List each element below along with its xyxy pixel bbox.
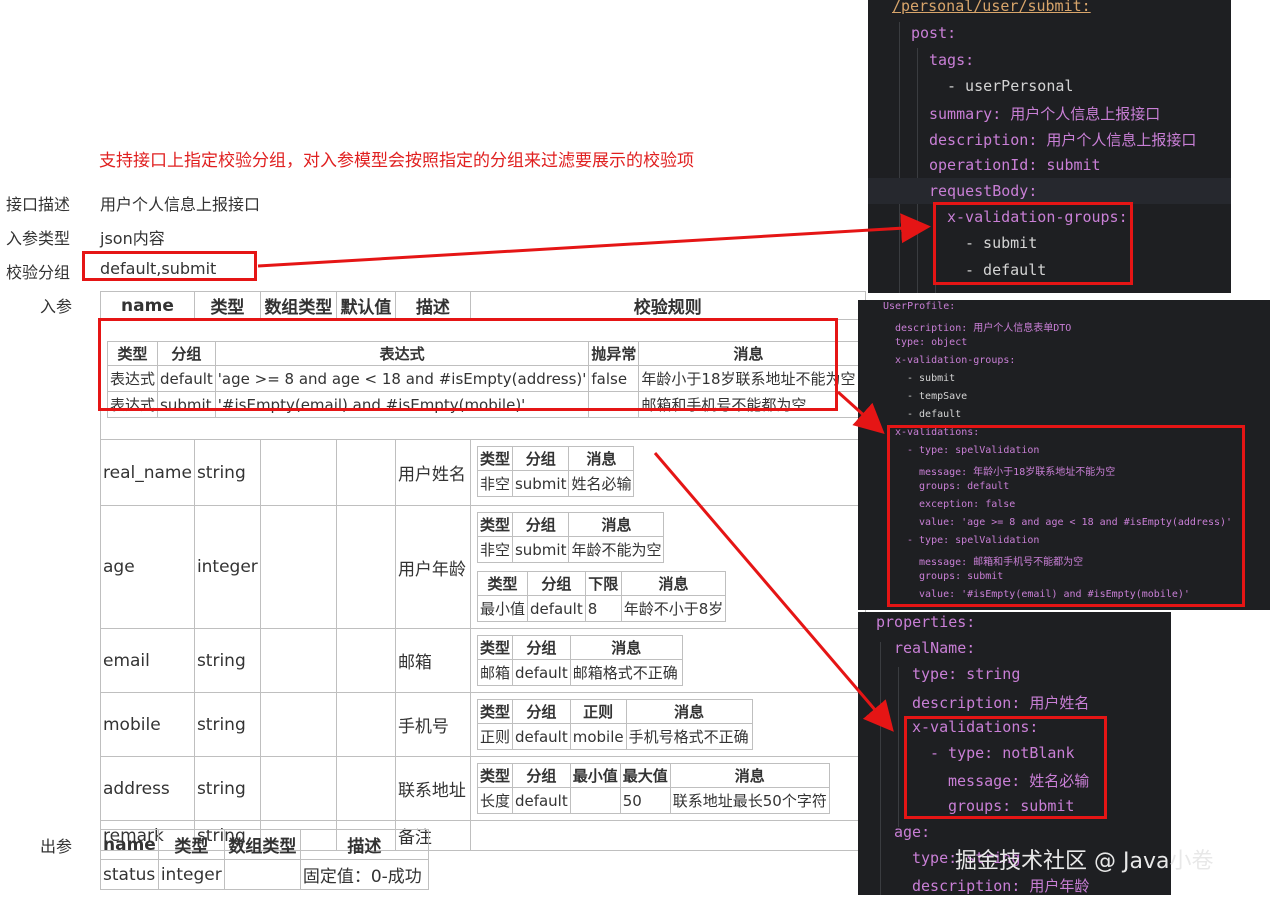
arrows-layer [257,213,931,732]
arrow-groups [257,213,931,268]
arrow-realname [653,452,894,732]
arrow-validations [836,390,885,435]
